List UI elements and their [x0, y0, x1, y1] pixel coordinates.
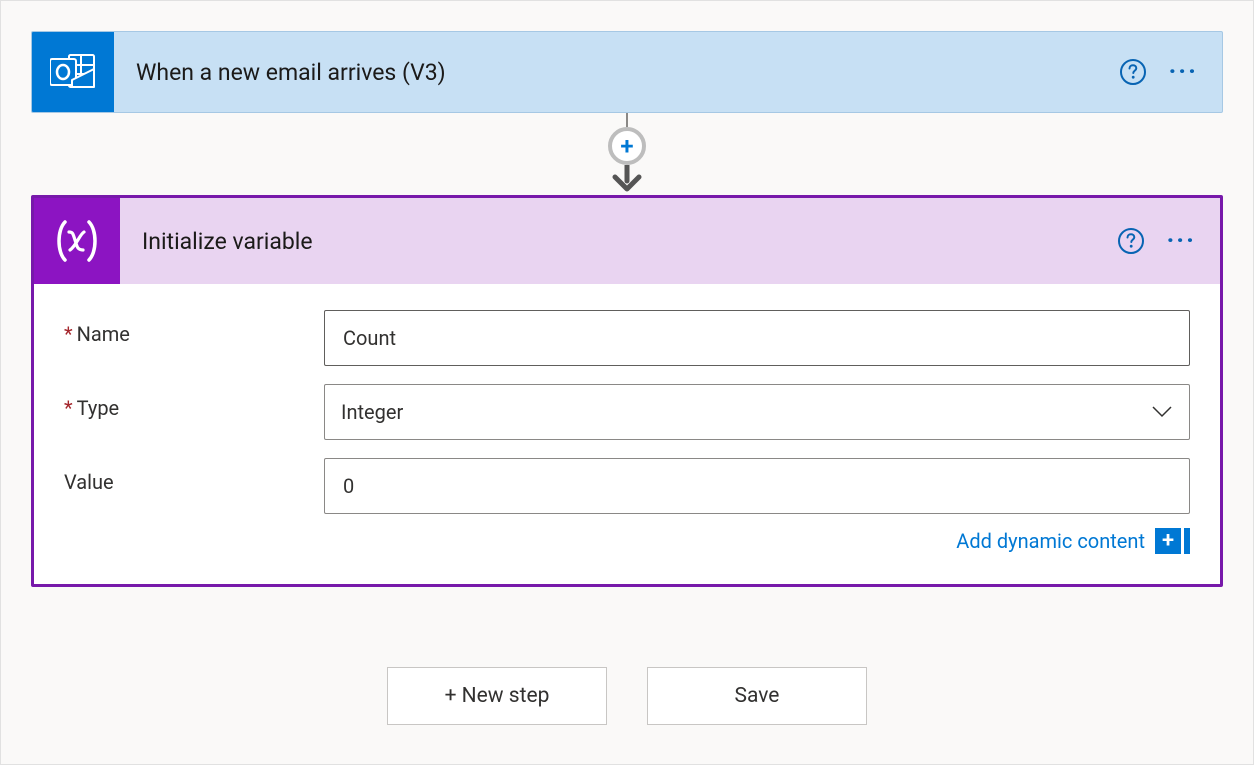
field-row-value: Value — [64, 458, 1190, 514]
dynamic-content-row: Add dynamic content + — [64, 528, 1190, 554]
action-card: Initialize variable ··· *Name — [31, 195, 1223, 587]
type-label-text: Type — [77, 396, 120, 420]
help-icon[interactable] — [1120, 59, 1146, 85]
type-label: *Type — [64, 384, 324, 420]
save-button[interactable]: Save — [647, 667, 867, 725]
value-label: Value — [64, 458, 324, 494]
trigger-title: When a new email arrives (V3) — [114, 59, 1120, 86]
action-header[interactable]: Initialize variable ··· — [34, 198, 1220, 284]
add-dynamic-content-link[interactable]: Add dynamic content — [956, 529, 1145, 553]
arrow-down-icon — [607, 165, 647, 195]
add-step-button[interactable]: + — [608, 127, 646, 165]
value-input[interactable] — [341, 459, 1173, 513]
new-step-button[interactable]: + New step — [387, 667, 607, 725]
type-select[interactable]: Integer — [324, 384, 1190, 440]
flow-designer-canvas: When a new email arrives (V3) ··· + — [0, 0, 1254, 765]
more-icon[interactable]: ··· — [1168, 59, 1198, 85]
field-row-type: *Type Integer — [64, 384, 1190, 440]
action-body: *Name *Type Integer — [34, 284, 1220, 584]
type-selected-value: Integer — [341, 400, 403, 424]
field-row-name: *Name — [64, 310, 1190, 366]
variable-icon — [34, 198, 120, 284]
dynamic-content-plus-icon[interactable]: + — [1155, 528, 1190, 554]
name-input-wrapper — [324, 310, 1190, 366]
connector: + — [31, 113, 1223, 195]
name-label: *Name — [64, 310, 324, 346]
outlook-icon — [32, 31, 114, 113]
more-icon[interactable]: ··· — [1166, 228, 1196, 254]
action-title: Initialize variable — [120, 228, 1118, 255]
chevron-down-icon — [1151, 400, 1173, 424]
action-controls: ··· — [1118, 228, 1220, 254]
connector-line — [626, 113, 628, 127]
name-label-text: Name — [77, 322, 130, 346]
name-input[interactable] — [341, 311, 1173, 365]
trigger-controls: ··· — [1120, 59, 1222, 85]
value-input-wrapper — [324, 458, 1190, 514]
footer-buttons: + New step Save — [31, 667, 1223, 725]
help-icon[interactable] — [1118, 228, 1144, 254]
trigger-card[interactable]: When a new email arrives (V3) ··· — [31, 31, 1223, 113]
